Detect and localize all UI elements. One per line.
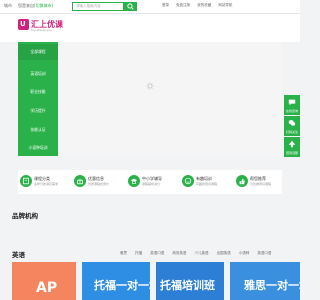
- course-card-text: AP: [36, 280, 58, 296]
- city-switch[interactable]: 您是来自[切换城市]: [18, 3, 53, 9]
- feature-desc: 优质课程优惠价: [88, 182, 110, 186]
- top-links: 登录 免费注册 我的收藏 网站导航: [162, 3, 238, 8]
- search-placeholder: 请输入搜索内容: [76, 4, 101, 8]
- register-link[interactable]: 免费注册: [176, 3, 190, 7]
- wechat-follow-label: 扫码关注: [285, 130, 298, 134]
- brand-section-title: 品牌机构: [12, 212, 38, 220]
- logo-subtitle: hui shang you: [31, 28, 53, 32]
- category-sidebar: 全部课程 英语培训 职业技能 学历提升 技能认证 小语种培训: [18, 42, 58, 156]
- sidebar-item-english[interactable]: 英语培训: [18, 66, 58, 82]
- city-switch-prefix: 您是来自: [18, 3, 34, 8]
- course-card[interactable]: AP: [12, 262, 76, 300]
- feature-desc: 有趣的培训课程: [196, 182, 218, 186]
- course-card-text: 雅思一对一培训: [244, 279, 300, 292]
- feature-desc: 为您推荐好课程: [250, 182, 272, 186]
- arrow-up-icon: [288, 140, 296, 148]
- site-logo[interactable]: U 汇上优课 hui shang you: [18, 19, 68, 35]
- wechat-icon: [288, 120, 296, 126]
- tag-link[interactable]: 英语口语: [257, 251, 271, 255]
- loading-spinner-icon: [146, 82, 154, 90]
- feature-desc: 多样分类满足需求: [34, 182, 59, 186]
- feature-strip: 课程分类 多样分类满足需求 优惠信息 优质课程优惠价 中小学辅导 课程辅导满分 …: [18, 170, 282, 194]
- banner-area[interactable]: [58, 42, 282, 156]
- sidebar-item-certification[interactable]: 技能认证: [18, 122, 58, 138]
- sidebar-item-degree[interactable]: 学历提升: [18, 103, 58, 119]
- chat-icon: [288, 99, 296, 106]
- search-button[interactable]: [124, 2, 137, 11]
- gift-icon: [74, 175, 86, 187]
- sidebar-item-all[interactable]: 全部课程: [18, 44, 58, 60]
- english-tags: 雅思 托福 英语口语 商务英语 少儿英语 出国英语 小语种 英语口语: [120, 251, 278, 256]
- english-section-title: 英语: [12, 251, 25, 259]
- thumb-icon: [236, 175, 248, 187]
- login-link[interactable]: 登录: [162, 3, 169, 7]
- online-consult-label: 在线咨询: [285, 109, 298, 113]
- course-card-text: 托福培训班: [160, 279, 215, 292]
- course-card-text: 托福一对一培训班: [94, 279, 150, 292]
- tag-link[interactable]: 小语种: [239, 251, 250, 255]
- course-card[interactable]: 雅思一对一培训: [230, 262, 300, 300]
- top-bar: 城市 您是来自[切换城市] 请输入搜索内容 登录 免费注册 我的收藏 网站导航: [0, 0, 300, 14]
- back-to-top-button[interactable]: 回到顶部: [284, 137, 300, 157]
- sidebar-item-minor-languages[interactable]: 小语种培训: [18, 140, 58, 156]
- tag-link[interactable]: 雅思: [120, 251, 127, 255]
- school-icon: [128, 175, 140, 187]
- course-cards: AP 托福一对一培训班 托福培训班 雅思一对一培训: [12, 262, 300, 300]
- tag-link[interactable]: 托福: [135, 251, 142, 255]
- course-card[interactable]: 托福培训班: [156, 262, 224, 300]
- tag-link[interactable]: 出国英语: [217, 251, 231, 255]
- smile-icon: [182, 175, 194, 187]
- sidebar-item-vocational[interactable]: 职业技能: [18, 84, 58, 100]
- back-to-top-label: 回到顶部: [285, 151, 298, 155]
- tag-link[interactable]: 英语口语: [150, 251, 164, 255]
- city-switch-link[interactable]: [切换城市]: [34, 3, 53, 8]
- course-card[interactable]: 托福一对一培训班: [82, 262, 150, 300]
- tag-link[interactable]: 少儿英语: [195, 251, 209, 255]
- favorites-link[interactable]: 我的收藏: [197, 3, 211, 7]
- book-icon: [20, 175, 32, 187]
- wechat-follow-button[interactable]: 扫码关注: [284, 116, 300, 136]
- online-consult-button[interactable]: 在线咨询: [284, 95, 300, 115]
- search-input[interactable]: 请输入搜索内容: [72, 2, 124, 11]
- floating-toolbar: 在线咨询 扫码关注 回到顶部: [284, 95, 300, 157]
- feature-desc: 课程辅导满分: [142, 182, 161, 186]
- search-icon: [127, 3, 134, 10]
- tag-link[interactable]: 商务英语: [172, 251, 186, 255]
- logo-mark: U: [18, 19, 29, 30]
- site-nav-link[interactable]: 网站导航: [218, 3, 232, 7]
- city-label[interactable]: 城市: [4, 3, 12, 9]
